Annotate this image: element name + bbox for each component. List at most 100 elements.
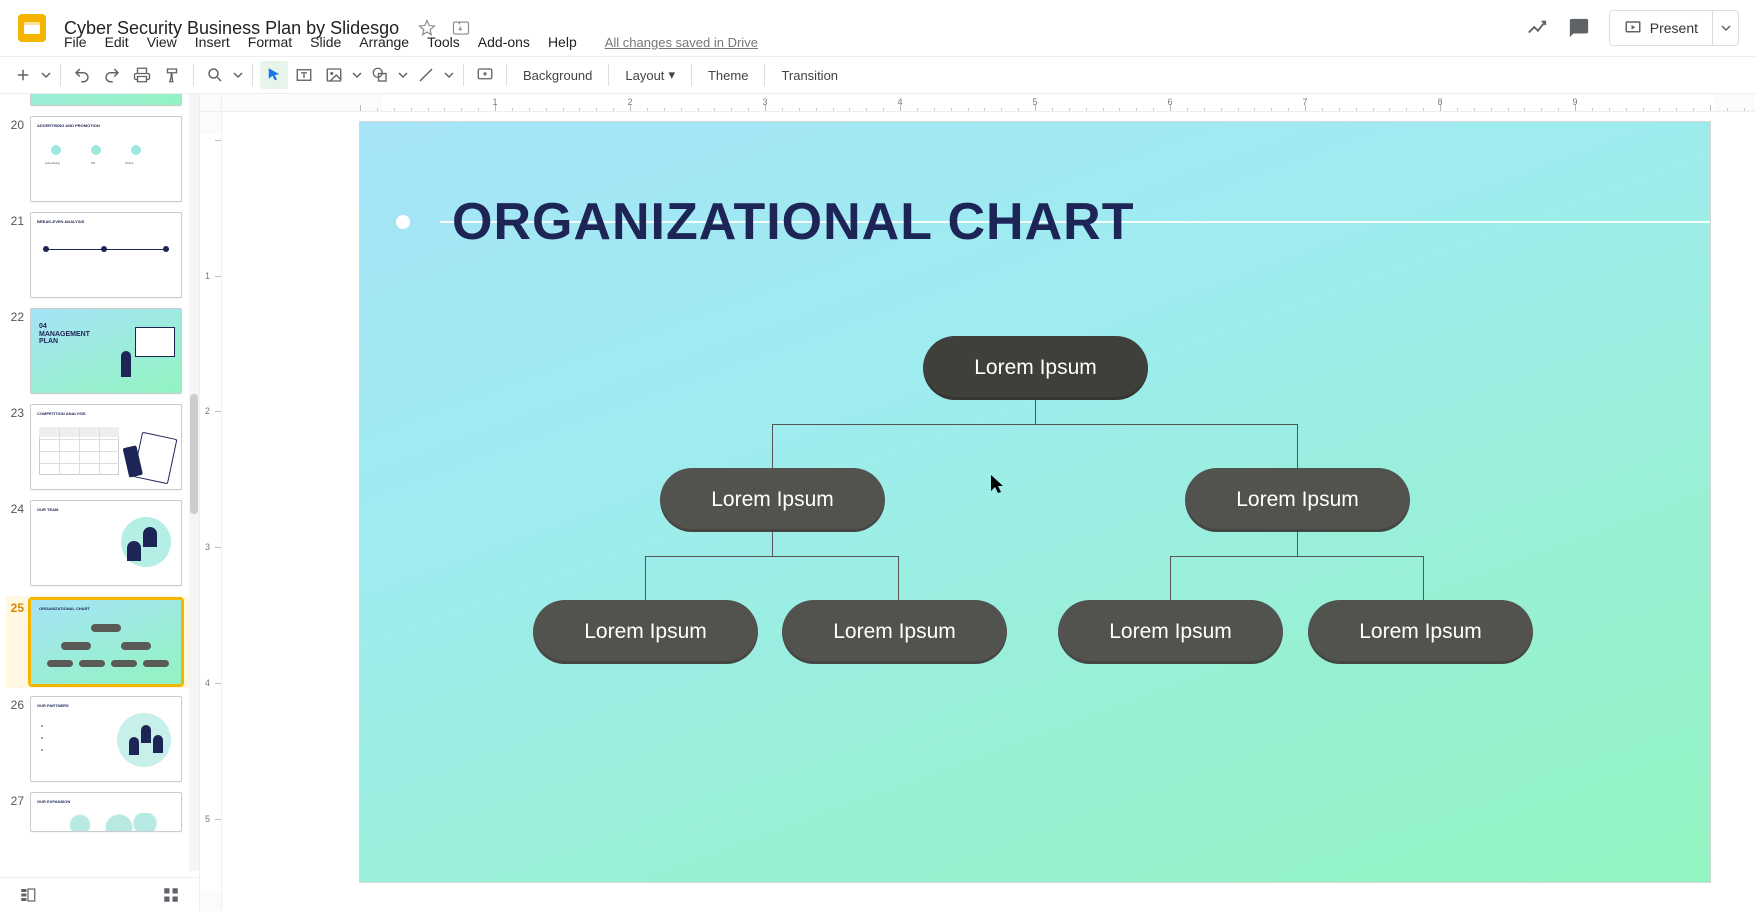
new-slide-caret[interactable] (39, 61, 53, 89)
menu-edit[interactable]: Edit (97, 32, 137, 52)
present-split-button: Present (1609, 10, 1739, 46)
separator (60, 64, 61, 86)
zoom-caret[interactable] (231, 61, 245, 89)
theme-button[interactable]: Theme (698, 61, 758, 89)
org-node-level3-b[interactable]: Lorem Ipsum (782, 600, 1007, 664)
slide-thumb-21[interactable]: BREAK-EVEN ANALYSIS (30, 212, 182, 298)
shape-tool[interactable] (366, 61, 394, 89)
thumb-title: OUR PARTNERS (37, 703, 69, 708)
canvas-area[interactable]: 123456789 12345 ORGANIZATIONAL CHART (200, 94, 1755, 911)
connector[interactable] (898, 556, 899, 600)
select-tool[interactable] (260, 61, 288, 89)
textbox-tool[interactable] (290, 61, 318, 89)
filmstrip: 20 ADVERTISING AND PROMOTION Advertising… (0, 94, 200, 911)
transition-button[interactable]: Transition (771, 61, 848, 89)
slide-thumb-20[interactable]: ADVERTISING AND PROMOTION Advertising PR… (30, 116, 182, 202)
shape-caret[interactable] (396, 61, 410, 89)
menu-file[interactable]: File (56, 32, 95, 52)
present-label: Present (1650, 20, 1698, 36)
menu-arrange[interactable]: Arrange (351, 32, 417, 52)
connector[interactable] (772, 424, 1298, 425)
print-button[interactable] (128, 61, 156, 89)
activity-icon[interactable] (1525, 16, 1549, 40)
slide-thumb-27[interactable]: OUR EXPANSION (30, 792, 182, 832)
slide-thumb-25[interactable]: ORGANIZATIONAL CHART (30, 599, 182, 685)
redo-button[interactable] (98, 61, 126, 89)
separator (691, 64, 692, 86)
connector[interactable] (645, 556, 646, 600)
line-tool[interactable] (412, 61, 440, 89)
slide-thumb[interactable] (30, 94, 182, 106)
org-node-level2-a[interactable]: Lorem Ipsum (660, 468, 885, 532)
zoom-button[interactable] (201, 61, 229, 89)
ruler-horizontal: 123456789 (222, 94, 1755, 112)
slide-thumb-26[interactable]: OUR PARTNERS (30, 696, 182, 782)
present-icon (1624, 19, 1642, 37)
connector[interactable] (772, 424, 773, 468)
scrollbar-thumb[interactable] (190, 394, 198, 514)
thumb-title: BREAK-EVEN ANALYSIS (37, 219, 84, 224)
separator (506, 64, 507, 86)
connector[interactable] (1035, 400, 1036, 424)
separator (463, 64, 464, 86)
thumb-title: OUR EXPANSION (37, 799, 70, 804)
separator (608, 64, 609, 86)
save-status[interactable]: All changes saved in Drive (605, 35, 758, 50)
image-caret[interactable] (350, 61, 364, 89)
slide-canvas[interactable]: ORGANIZATIONAL CHART Lorem Ipsum Lorem I… (360, 122, 1710, 882)
menu-tools[interactable]: Tools (419, 32, 468, 52)
comment-tool[interactable] (471, 61, 499, 89)
slide-number: 25 (6, 599, 30, 615)
menubar: File Edit View Insert Format Slide Arran… (0, 32, 758, 52)
org-node-root[interactable]: Lorem Ipsum (923, 336, 1148, 400)
menu-help[interactable]: Help (540, 32, 585, 52)
title-dot (396, 215, 410, 229)
filmstrip-view-icon[interactable] (18, 885, 38, 905)
layout-button[interactable]: Layout▾ (615, 61, 685, 89)
present-button[interactable]: Present (1610, 11, 1712, 45)
new-slide-button[interactable] (9, 61, 37, 89)
slide-number: 27 (6, 792, 30, 808)
org-node-level3-a[interactable]: Lorem Ipsum (533, 600, 758, 664)
slide-number: 23 (6, 404, 30, 420)
connector[interactable] (772, 532, 773, 556)
menu-addons[interactable]: Add-ons (470, 32, 538, 52)
org-node-level3-d[interactable]: Lorem Ipsum (1308, 600, 1533, 664)
filmstrip-scrollbar[interactable] (189, 94, 199, 871)
slide-thumb-23[interactable]: COMPETITION ANALYSIS (30, 404, 182, 490)
org-node-level3-c[interactable]: Lorem Ipsum (1058, 600, 1283, 664)
line-caret[interactable] (442, 61, 456, 89)
menu-format[interactable]: Format (240, 32, 300, 52)
slide-thumb-22[interactable]: 04MANAGEMENTPLAN (30, 308, 182, 394)
org-node-level2-b[interactable]: Lorem Ipsum (1185, 468, 1410, 532)
slide-number: 24 (6, 500, 30, 516)
comments-icon[interactable] (1567, 16, 1591, 40)
slide-number: 26 (6, 696, 30, 712)
slide-number: 21 (6, 212, 30, 228)
slide-thumb-24[interactable]: OUR TEAM (30, 500, 182, 586)
ruler-corner (200, 94, 222, 112)
undo-button[interactable] (68, 61, 96, 89)
connector[interactable] (1297, 532, 1298, 556)
separator (764, 64, 765, 86)
thumb-title: OUR TEAM (37, 507, 58, 512)
grid-view-icon[interactable] (161, 885, 181, 905)
separator (252, 64, 253, 86)
connector[interactable] (1423, 556, 1424, 600)
ruler-vertical: 12345 (200, 112, 222, 911)
present-caret[interactable] (1712, 11, 1738, 45)
connector[interactable] (1297, 424, 1298, 468)
menu-view[interactable]: View (139, 32, 185, 52)
menu-slide[interactable]: Slide (302, 32, 349, 52)
slide-title[interactable]: ORGANIZATIONAL CHART (452, 192, 1134, 252)
separator (193, 64, 194, 86)
background-button[interactable]: Background (513, 61, 602, 89)
layout-label: Layout (625, 68, 664, 83)
connector[interactable] (1170, 556, 1424, 557)
paint-format-button[interactable] (158, 61, 186, 89)
menu-insert[interactable]: Insert (187, 32, 238, 52)
connector[interactable] (645, 556, 899, 557)
image-tool[interactable] (320, 61, 348, 89)
connector[interactable] (1170, 556, 1171, 600)
thumb-title: ADVERTISING AND PROMOTION (37, 123, 100, 128)
